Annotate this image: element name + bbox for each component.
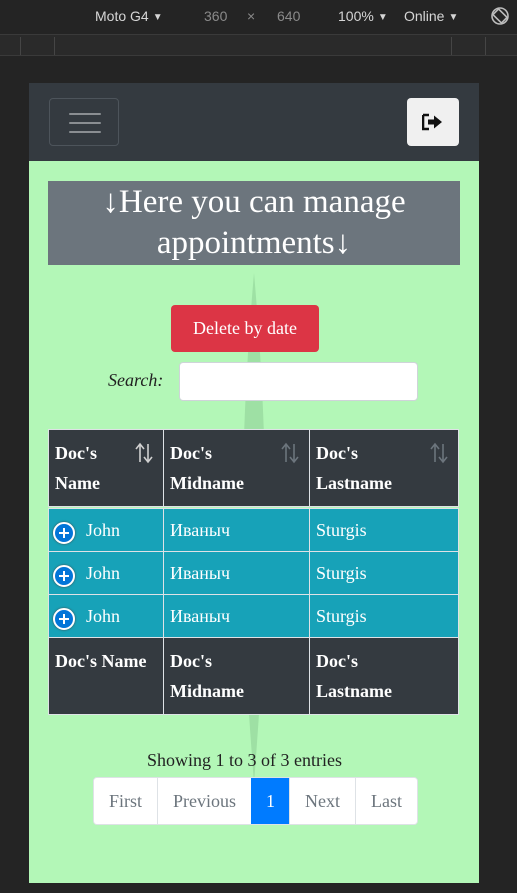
cell-name: John [48, 508, 164, 552]
expand-row-icon[interactable] [53, 608, 75, 630]
cell-lastname: Sturgis [309, 551, 459, 595]
column-header-name[interactable]: Doc's Name [48, 429, 164, 507]
logout-button[interactable] [407, 98, 459, 146]
sort-icon [281, 442, 299, 464]
column-header-midname[interactable]: Doc's Midname [163, 429, 310, 507]
cell-midname: Иваныч [163, 551, 310, 595]
footer-label: Doc's [316, 651, 358, 671]
table-row[interactable]: John Иваныч Sturgis [48, 551, 459, 595]
table-row[interactable]: John Иваныч Sturgis [48, 508, 459, 552]
sort-icon [135, 442, 153, 464]
heading-line-1: ↓Here you can manage [102, 184, 406, 220]
navbar [29, 83, 479, 161]
heading-line-2: appointments↓ [156, 225, 352, 261]
height-field[interactable]: 640 [277, 8, 300, 24]
page-first[interactable]: First [94, 778, 158, 824]
footer-name: Doc's Name [48, 637, 164, 715]
table-footer-row: Doc's Name Doc's Midname Doc's Lastname [48, 637, 459, 715]
table-info: Showing 1 to 3 of 3 entries [147, 750, 342, 770]
navbar-toggler-button[interactable] [49, 98, 119, 146]
search-input[interactable] [179, 362, 418, 401]
footer-midname: Doc's Midname [163, 637, 310, 715]
dropdown-caret-icon: ▼ [448, 12, 459, 23]
column-header-label: Midname [170, 473, 244, 493]
dropdown-caret-icon: ▼ [377, 12, 388, 23]
sign-out-icon [422, 113, 442, 131]
table-row[interactable]: John Иваныч Sturgis [48, 594, 459, 638]
expand-row-icon[interactable] [53, 522, 75, 544]
footer-label: Doc's [170, 651, 212, 671]
cell-lastname: Sturgis [309, 594, 459, 638]
devtools-toolbar: Moto G4 ▼ 360 × 640 100% ▼ Online ▼ [0, 0, 517, 34]
page-next[interactable]: Next [289, 778, 356, 824]
media-query-ruler [0, 34, 517, 56]
cell-name: John [48, 594, 164, 638]
expand-row-icon[interactable] [53, 565, 75, 587]
column-header-label: Name [55, 473, 100, 493]
rotate-icon[interactable] [490, 6, 510, 26]
device-select[interactable]: Moto G4 ▼ [95, 8, 163, 24]
hamburger-icon-line [69, 131, 101, 133]
sort-icon [430, 442, 448, 464]
column-header-lastname[interactable]: Doc's Lastname [309, 429, 459, 507]
page-previous[interactable]: Previous [157, 778, 252, 824]
hamburger-icon-line [69, 122, 101, 124]
footer-label: Midname [170, 681, 244, 701]
page-last[interactable]: Last [355, 778, 418, 824]
hamburger-icon [69, 113, 101, 115]
footer-lastname: Doc's Lastname [309, 637, 459, 715]
appointments-table: Doc's Name Doc's Midname Doc's Lastname … [48, 429, 459, 715]
cell-name-text: John [86, 563, 121, 583]
cell-midname: Иваныч [163, 508, 310, 552]
network-value: Online [404, 8, 445, 24]
cell-midname: Иваныч [163, 594, 310, 638]
page-heading: ↓Here you can manage appointments↓ [48, 181, 460, 265]
dimension-separator: × [247, 8, 256, 24]
network-select[interactable]: Online ▼ [404, 8, 458, 24]
table-header-row: Doc's Name Doc's Midname Doc's Lastname [48, 429, 459, 507]
pagination: First Previous 1 Next Last [93, 777, 419, 825]
footer-label: Lastname [316, 681, 392, 701]
column-header-label: Lastname [316, 473, 392, 493]
device-name: Moto G4 [95, 8, 149, 24]
search-label: Search: [108, 370, 164, 390]
zoom-select[interactable]: 100% ▼ [338, 8, 388, 24]
delete-by-date-button[interactable]: Delete by date [171, 305, 319, 352]
page-1[interactable]: 1 [251, 778, 290, 824]
width-field[interactable]: 360 [204, 8, 227, 24]
dropdown-caret-icon: ▼ [152, 12, 163, 23]
zoom-value: 100% [338, 8, 374, 24]
cell-lastname: Sturgis [309, 508, 459, 552]
cell-name-text: John [86, 606, 121, 626]
cell-name-text: John [86, 520, 121, 540]
device-viewport: ↓Here you can manage appointments↓ Delet… [29, 83, 479, 883]
cell-name: John [48, 551, 164, 595]
